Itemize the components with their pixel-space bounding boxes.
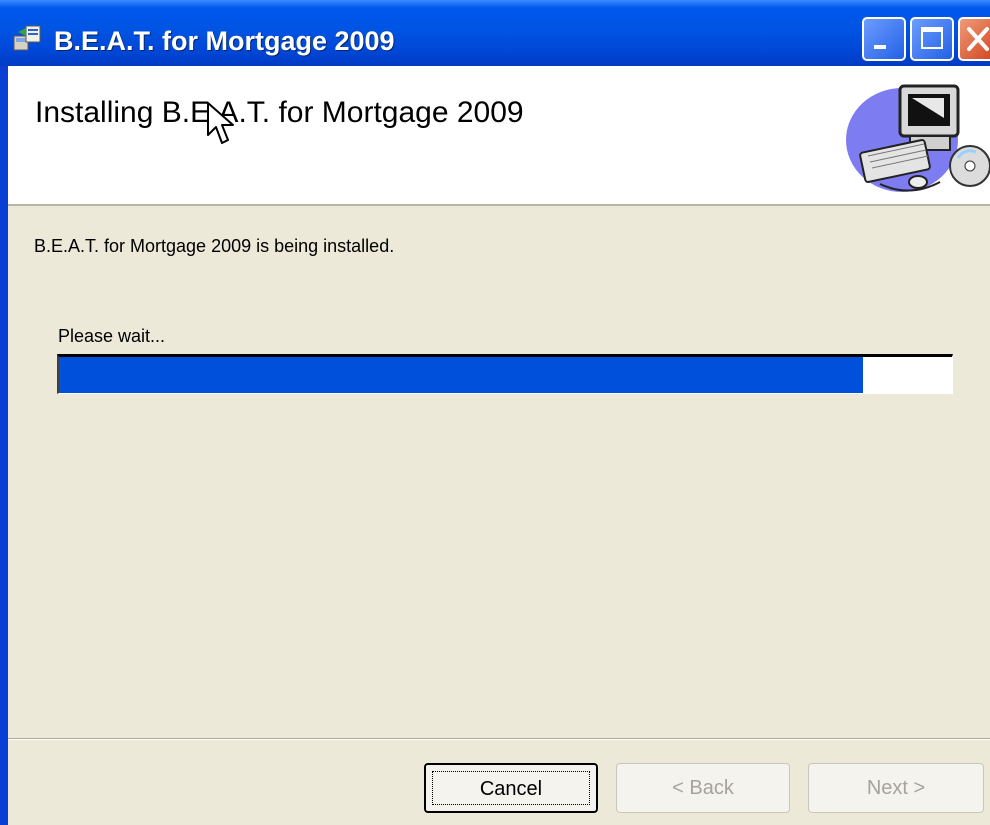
header-banner: Installing B.E.A.T. for Mortgage 2009 (8, 66, 990, 206)
progress-fill (59, 357, 863, 393)
computer-cd-icon (846, 84, 990, 192)
back-label: < Back (672, 777, 734, 799)
install-progress-bar (57, 354, 953, 394)
page-title: Installing B.E.A.T. for Mortgage 2009 (35, 96, 524, 129)
next-button[interactable]: Next > (808, 763, 984, 813)
close-icon (967, 27, 989, 51)
back-button[interactable]: < Back (616, 763, 790, 813)
button-area-divider (8, 738, 990, 740)
status-message: B.E.A.T. for Mortgage 2009 is being inst… (34, 236, 395, 256)
wait-label: Please wait... (58, 326, 166, 346)
cancel-button[interactable]: Cancel (424, 763, 598, 813)
title-bar[interactable]: B.E.A.T. for Mortgage 2009 (0, 0, 990, 66)
window-left-border (0, 66, 8, 825)
mouse-pointer-icon (207, 102, 234, 144)
maximize-icon (921, 27, 943, 49)
installer-window: B.E.A.T. for Mortgage 2009 Installing B.… (0, 0, 990, 825)
minimize-icon (874, 45, 886, 49)
installer-icon (13, 25, 41, 51)
maximize-button[interactable] (910, 17, 954, 61)
focus-rectangle (432, 771, 590, 805)
next-label: Next > (866, 777, 926, 799)
window-title: B.E.A.T. for Mortgage 2009 (54, 26, 395, 56)
close-button[interactable] (958, 17, 990, 61)
minimize-button[interactable] (862, 17, 906, 61)
